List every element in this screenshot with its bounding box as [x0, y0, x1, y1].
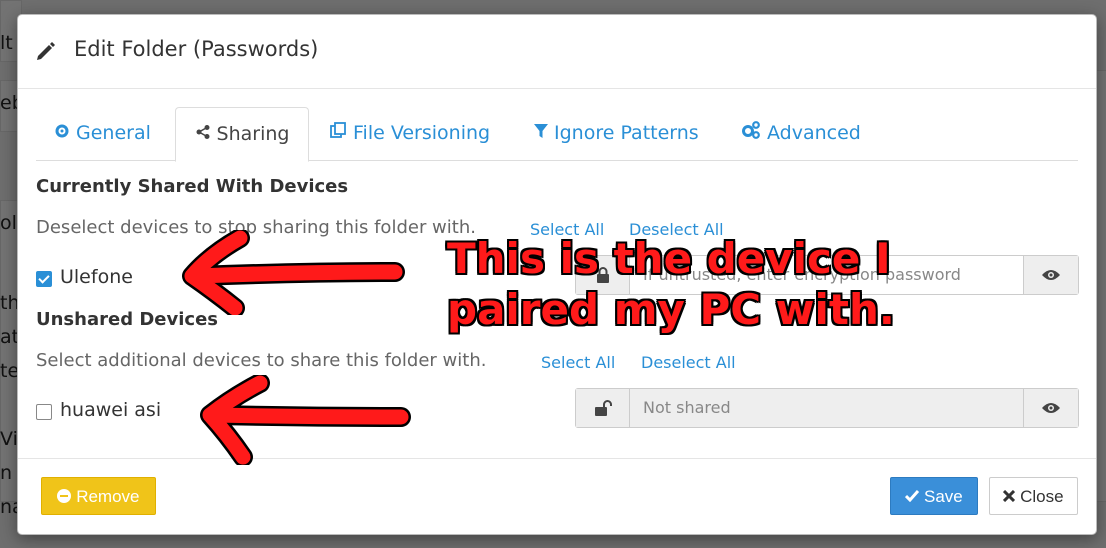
remove-label: Remove [76, 487, 140, 506]
dialog-footer: Remove Save Close [18, 458, 1096, 534]
encryption-password-group: Not shared [575, 388, 1079, 428]
tab-general[interactable]: General [54, 107, 151, 159]
close-icon [1003, 487, 1020, 506]
copy-icon [329, 107, 347, 159]
gear-icon [54, 107, 70, 159]
check-icon [905, 487, 924, 506]
tab-label: Sharing [216, 123, 290, 145]
close-label: Close [1020, 487, 1064, 506]
eye-icon[interactable] [1023, 256, 1078, 294]
eye-icon[interactable] [1023, 389, 1078, 427]
annotation-arrow-icon [182, 230, 405, 315]
tab-label: Advanced [767, 122, 861, 144]
filter-icon [534, 107, 548, 159]
tab-advanced[interactable]: Advanced [741, 107, 861, 159]
tab-label: File Versioning [353, 122, 491, 144]
annotation-line: paired my PC with. [447, 285, 895, 334]
pencil-icon [35, 40, 57, 62]
tab-bar: General Sharing File Versioning Ignore P… [36, 107, 1078, 162]
tab-ignore-patterns[interactable]: Ignore Patterns [534, 107, 699, 159]
unshared-devices-help: Select additional devices to share this … [36, 350, 487, 371]
unshared-select-all-link[interactable]: Select All [541, 353, 615, 372]
cogs-icon [741, 107, 761, 159]
tab-file-versioning[interactable]: File Versioning [329, 107, 490, 159]
unlock-icon[interactable] [576, 389, 630, 427]
save-button[interactable]: Save [890, 477, 978, 515]
shared-devices-heading: Currently Shared With Devices [36, 176, 349, 197]
device-checkbox[interactable] [36, 271, 52, 287]
remove-button[interactable]: Remove [41, 477, 156, 515]
annotation-text: This is the device I paired my PC with. [447, 233, 895, 335]
close-button[interactable]: Close [989, 477, 1078, 515]
tab-label: Ignore Patterns [554, 122, 699, 144]
device-checkbox[interactable] [36, 404, 52, 420]
tab-sharing[interactable]: Sharing [175, 107, 309, 162]
annotation-line: This is the device I [447, 234, 891, 283]
unshared-deselect-all-link[interactable]: Deselect All [641, 353, 736, 372]
tab-label: General [76, 122, 151, 144]
share-icon [195, 108, 211, 160]
dialog-title: Edit Folder (Passwords) [74, 37, 319, 61]
device-name: Ulefone [60, 266, 133, 288]
dialog-header: Edit Folder (Passwords) [18, 15, 1096, 89]
annotation-arrow-icon [200, 375, 411, 465]
save-label: Save [923, 487, 963, 506]
device-name: huawei asi [60, 399, 162, 421]
minus-circle-icon [57, 487, 76, 506]
encryption-password-input: Not shared [630, 389, 1023, 427]
